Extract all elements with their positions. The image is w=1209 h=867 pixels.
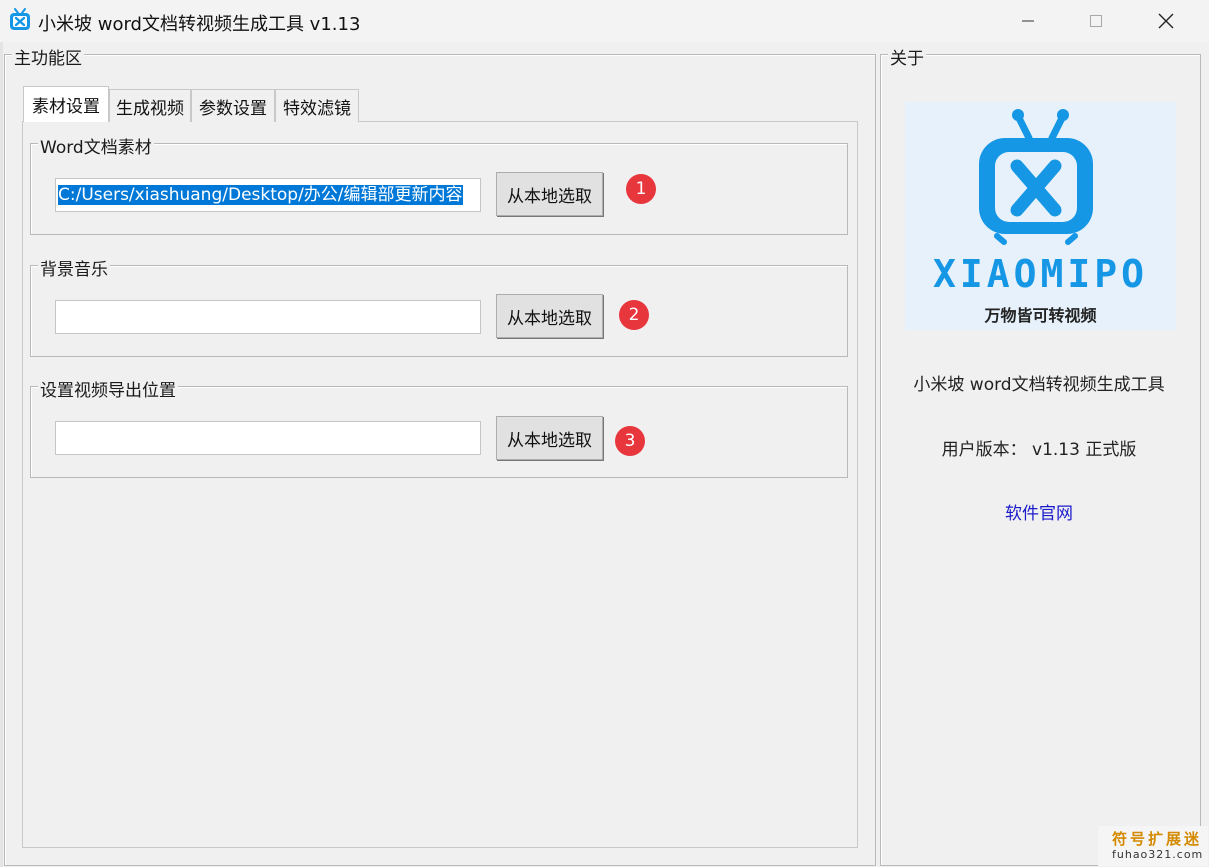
watermark-url: fuhao321.com: [1112, 848, 1204, 861]
close-icon: [1158, 13, 1174, 29]
background-music-path-input[interactable]: [55, 300, 481, 334]
maximize-icon: [1090, 15, 1102, 27]
watermark-title: 符号扩展迷: [1112, 830, 1203, 848]
tv-logo-icon: [979, 109, 1093, 245]
step-badge-3: 3: [615, 426, 645, 456]
tab-material-settings[interactable]: 素材设置: [23, 86, 109, 122]
about-link-row: 软件官网: [880, 499, 1198, 524]
step-badge-1: 1: [626, 174, 656, 204]
window-title: 小米坡 word文档转视频生成工具 v1.13: [38, 14, 361, 35]
site-watermark: 符号扩展迷 fuhao321.com: [1098, 826, 1208, 866]
about-product-name: 小米坡 word文档转视频生成工具: [913, 375, 1165, 395]
word-document-path-field[interactable]: C:/Users/xiashuang/Desktop/办公/编辑部更新内容: [55, 178, 481, 212]
app-window: 小米坡 word文档转视频生成工具 v1.13 主功能区 素材设置 生成视频 参…: [0, 0, 1209, 867]
about-group-title: 关于: [888, 44, 926, 69]
tab-parameter-settings[interactable]: 参数设置: [191, 89, 275, 122]
main-function-group-title: 主功能区: [12, 44, 84, 69]
pick-word-document-button[interactable]: 从本地选取: [496, 172, 603, 216]
xiaomipo-logo: XIAOMIPO 万物皆可转视频: [905, 102, 1176, 330]
app-logo-icon: [8, 8, 32, 32]
export-location-path-input[interactable]: [55, 421, 481, 455]
tab-effects-filters[interactable]: 特效滤镜: [275, 89, 359, 122]
minimize-icon: [1022, 20, 1034, 22]
word-document-path-text: C:/Users/xiashuang/Desktop/办公/编辑部更新内容: [58, 185, 463, 205]
tab-generate-video[interactable]: 生成视频: [109, 89, 191, 122]
left-edge-strip: [0, 36, 3, 867]
export-location-section-title: 设置视频导出位置: [38, 376, 178, 401]
pick-background-music-button[interactable]: 从本地选取: [496, 294, 603, 338]
maximize-button[interactable]: [1063, 0, 1129, 42]
logo-wordmark: XIAOMIPO: [932, 252, 1149, 296]
pick-export-location-button[interactable]: 从本地选取: [496, 416, 603, 460]
title-bar[interactable]: 小米坡 word文档转视频生成工具 v1.13: [0, 0, 1209, 42]
close-button[interactable]: [1133, 0, 1199, 42]
background-music-section-title: 背景音乐: [38, 255, 110, 280]
about-version: 用户版本： v1.13 正式版: [941, 440, 1137, 460]
word-document-section-title: Word文档素材: [38, 133, 154, 158]
logo-slogan: 万物皆可转视频: [984, 306, 1097, 325]
step-badge-2: 2: [619, 300, 649, 330]
official-website-link[interactable]: 软件官网: [1005, 504, 1073, 524]
minimize-button[interactable]: [995, 0, 1061, 42]
